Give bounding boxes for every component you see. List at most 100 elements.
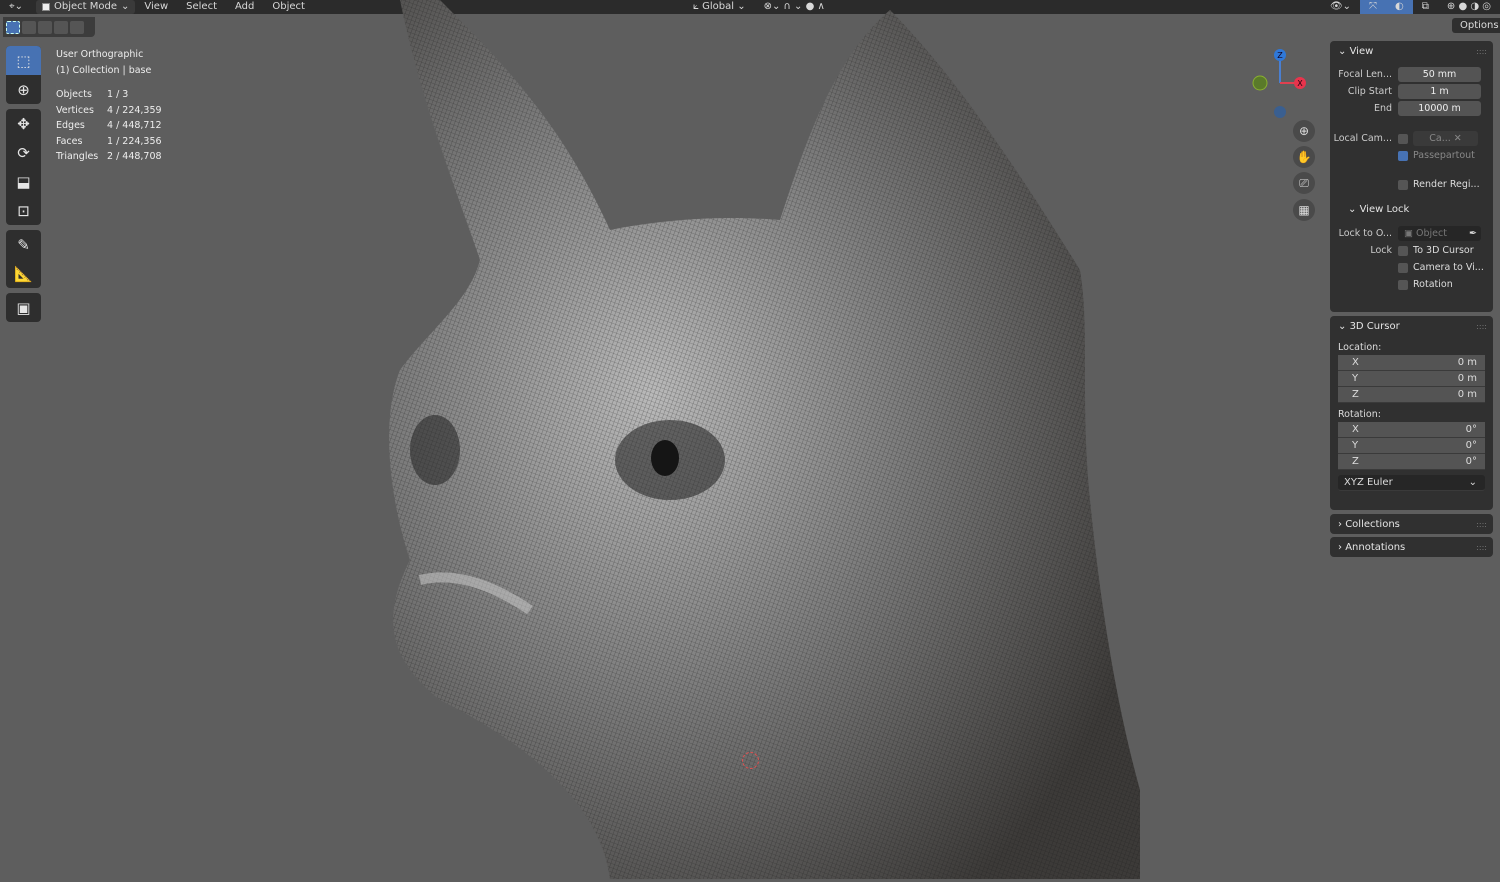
passepartout-label: Passepartout — [1413, 150, 1475, 161]
axis-label: X — [1352, 424, 1359, 435]
local-camera-checkbox[interactable] — [1398, 133, 1408, 144]
stat-label: Triangles — [56, 151, 99, 162]
select-subtract-icon[interactable] — [38, 20, 52, 34]
stat-row: Vertices 4 / 224,359 — [56, 103, 162, 119]
clip-start-field[interactable]: 1 m — [1398, 84, 1481, 99]
axis-label: X — [1352, 357, 1359, 368]
drag-grip-icon[interactable]: :::: — [1476, 543, 1487, 552]
measure-tool-icon[interactable]: 📐 — [6, 259, 41, 288]
panel-title: View — [1349, 45, 1374, 57]
stat-value: 4 / 224,359 — [107, 104, 162, 116]
location-y-field[interactable]: Y 0 m — [1338, 371, 1485, 387]
move-tool-icon[interactable]: ✥ — [6, 109, 41, 138]
stat-label: Edges — [56, 120, 85, 131]
stat-row: Edges 4 / 448,712 — [56, 118, 162, 134]
stat-row: Triangles 2 / 448,708 — [56, 149, 162, 165]
lock-cursor-checkbox[interactable] — [1398, 245, 1408, 256]
object-mode-icon — [42, 3, 51, 11]
editor-type-icon[interactable]: ⌖⌄ — [0, 0, 32, 14]
options-button[interactable]: Options — [1452, 18, 1500, 33]
rotation-z-field[interactable]: Z 0° — [1338, 454, 1485, 470]
stat-value: 4 / 448,712 — [107, 120, 162, 131]
drag-grip-icon[interactable]: :::: — [1476, 322, 1487, 331]
lock-cursor-label: To 3D Cursor — [1413, 245, 1474, 256]
rotation-mode-dropdown[interactable]: XYZ Euler ⌄ — [1338, 475, 1485, 491]
passepartout-checkbox[interactable] — [1398, 150, 1408, 161]
x-axis-label: X — [1297, 79, 1303, 88]
menu-view[interactable]: View — [135, 0, 177, 14]
eyedropper-icon[interactable]: ✒ — [1469, 226, 1481, 241]
navigation-gizmo[interactable]: Z X — [1248, 45, 1308, 120]
transform-tool-icon[interactable]: ⊡ — [6, 196, 41, 225]
drag-grip-icon[interactable]: :::: — [1476, 47, 1487, 56]
selection-mode-buttons — [3, 17, 95, 37]
shading-modes-icon[interactable]: ⊕ ● ◑ ◎ — [1438, 0, 1500, 14]
collections-panel[interactable]: › Collections:::: — [1330, 514, 1493, 534]
rotation-mode-value: XYZ Euler — [1344, 477, 1393, 488]
view-lock-header[interactable]: ⌄ View Lock — [1330, 199, 1493, 219]
mode-dropdown[interactable]: Object Mode ⌄ — [36, 0, 136, 14]
rotate-tool-icon[interactable]: ⟳ — [6, 138, 41, 167]
focal-length-field[interactable]: 50 mm — [1398, 67, 1481, 82]
select-invert-icon[interactable] — [54, 20, 68, 34]
xray-icon[interactable]: ⧉ — [1413, 0, 1438, 14]
cursor-tool-icon[interactable]: ⊕ — [6, 75, 41, 104]
neg-y-axis-icon — [1274, 106, 1286, 118]
menu-object[interactable]: Object — [263, 0, 314, 14]
axis-value: 0 m — [1457, 373, 1477, 384]
clip-start-label: Clip Start — [1347, 86, 1392, 97]
annotate-tool-icon[interactable]: ✎ — [6, 230, 41, 259]
lock-to-object-field[interactable]: ▣ Object ✒ — [1398, 226, 1481, 241]
annotations-panel[interactable]: › Annotations:::: — [1330, 537, 1493, 557]
3d-cursor-header[interactable]: ⌄ 3D Cursor:::: — [1330, 316, 1493, 336]
view-panel-header[interactable]: ⌄ View:::: — [1330, 41, 1493, 61]
axis-value: 0° — [1465, 456, 1477, 467]
select-box-tool-icon[interactable]: ⬚ — [6, 46, 41, 75]
local-camera-value: Ca... — [1429, 133, 1451, 144]
mode-label: Object Mode — [54, 1, 118, 12]
camera-to-view-label: Camera to Vi... — [1413, 262, 1484, 273]
render-region-label: Render Regi... — [1413, 179, 1480, 190]
viewport-stats: User Orthographic (1) Collection | base … — [56, 47, 162, 165]
collection-label: (1) Collection | base — [56, 64, 152, 76]
subpanel-title: View Lock — [1359, 203, 1410, 215]
menu-select[interactable]: Select — [177, 0, 226, 14]
camera-view-icon[interactable]: ⎚ — [1293, 172, 1315, 194]
location-x-field[interactable]: X 0 m — [1338, 355, 1485, 371]
overlay-toggle-icon[interactable]: ◐ — [1386, 0, 1413, 14]
render-region-checkbox[interactable] — [1398, 179, 1408, 190]
gizmo-toggle-icon[interactable]: ⤧ — [1360, 0, 1387, 14]
stat-label: Faces — [56, 135, 83, 147]
stat-value: 2 / 448,708 — [107, 151, 162, 162]
scale-tool-icon[interactable]: ⬓ — [6, 167, 41, 196]
local-camera-field[interactable]: Ca... ✕ — [1413, 131, 1478, 146]
select-new-icon[interactable] — [6, 20, 20, 34]
location-z-field[interactable]: Z 0 m — [1338, 387, 1485, 403]
lock-object-placeholder: Object — [1416, 228, 1447, 239]
lock-rotation-checkbox[interactable] — [1398, 279, 1408, 290]
ortho-grid-icon[interactable]: ▦ — [1293, 199, 1315, 221]
select-extend-icon[interactable] — [22, 20, 36, 34]
view-panel: ⌄ View:::: Focal Len... 50 mm Clip Start 1… — [1330, 41, 1493, 312]
add-cube-tool-icon[interactable]: ▣ — [6, 293, 41, 322]
stat-label: Vertices — [56, 104, 94, 116]
menu-add[interactable]: Add — [226, 0, 263, 14]
zoom-icon[interactable]: ⊕ — [1293, 120, 1315, 142]
clip-end-label: End — [1373, 103, 1392, 114]
axis-value: 0 m — [1457, 389, 1477, 400]
rotation-x-field[interactable]: X 0° — [1338, 422, 1485, 438]
axis-value: 0° — [1465, 440, 1477, 451]
rotation-y-field[interactable]: Y 0° — [1338, 438, 1485, 454]
location-label: Location: — [1338, 342, 1382, 353]
local-camera-label: Local Cam... — [1333, 133, 1392, 144]
lock-label: Lock — [1370, 245, 1392, 256]
camera-to-view-checkbox[interactable] — [1398, 262, 1408, 273]
focal-length-label: Focal Len... — [1338, 69, 1392, 80]
pan-hand-icon[interactable]: ✋ — [1293, 146, 1315, 168]
visibility-icon[interactable]: 👁⌄ — [1321, 0, 1360, 14]
clip-end-field[interactable]: 10000 m — [1398, 101, 1481, 116]
select-intersect-icon[interactable] — [70, 20, 84, 34]
axis-label: Z — [1352, 389, 1359, 400]
drag-grip-icon[interactable]: :::: — [1476, 520, 1487, 529]
stat-value: 1 / 224,356 — [107, 135, 162, 147]
